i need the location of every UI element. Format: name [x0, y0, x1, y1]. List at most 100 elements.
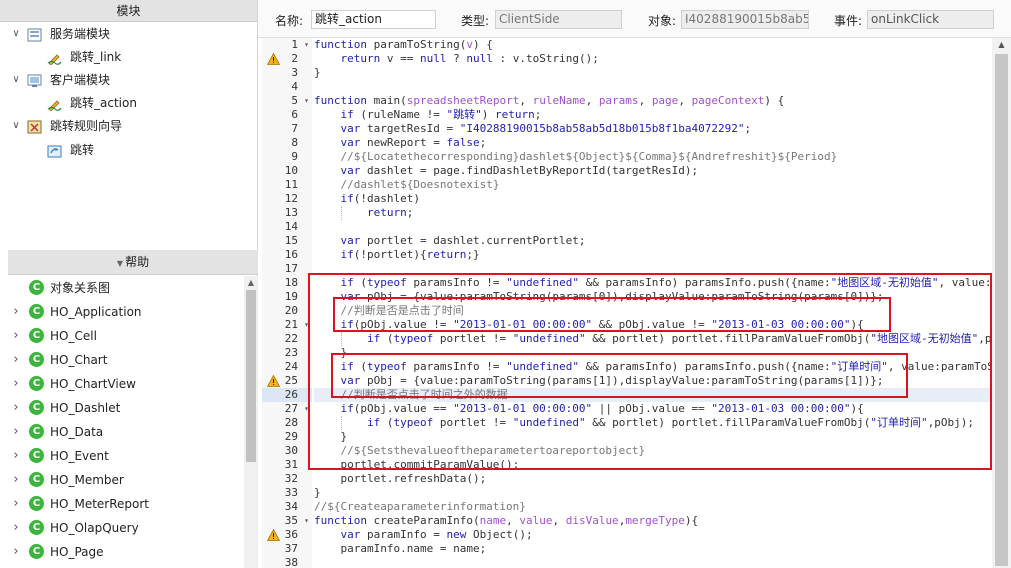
chevron-down-icon[interactable]: ∨ — [11, 115, 21, 137]
help-list-item[interactable]: › C HO_MeterReport — [0, 492, 244, 516]
chevron-right-icon[interactable]: › — [11, 324, 21, 348]
help-list-item[interactable]: › C HO_Cell — [0, 324, 244, 348]
chevron-down-icon[interactable]: ∨ — [11, 23, 21, 45]
code-line[interactable]: } — [314, 430, 992, 444]
class-badge-icon: C — [29, 448, 44, 463]
code-line[interactable]: paramInfo.name = name; — [314, 542, 992, 556]
chevron-right-icon[interactable]: › — [11, 444, 21, 468]
editor-scrollbar[interactable]: ▲ — [992, 38, 1011, 568]
code-line[interactable]: //${Setsthevalueoftheparametertoareporto… — [314, 444, 992, 458]
code-area[interactable]: function paramToString(v) { return v == … — [314, 38, 992, 568]
code-line[interactable]: //判断是否点击了时间之外的数据 — [314, 388, 992, 402]
help-panel-header[interactable]: ▼ 帮助 — [8, 250, 258, 275]
event-field: onLinkClick — [867, 10, 994, 29]
code-line[interactable]: var targetResId = "I40288190015b8ab58ab5… — [314, 122, 992, 136]
code-line[interactable]: var pObj = {value:paramToString(params[0… — [314, 290, 992, 304]
code-line[interactable]: return; — [314, 206, 992, 220]
chevron-right-icon[interactable]: › — [11, 516, 21, 540]
tree-item[interactable]: 跳转 — [0, 139, 258, 161]
line-number: 34 — [262, 500, 312, 514]
help-list-item[interactable]: › C HO_Member — [0, 468, 244, 492]
code-line[interactable]: function paramToString(v) { — [314, 38, 992, 52]
code-line[interactable]: var newReport = false; — [314, 136, 992, 150]
help-list-item[interactable]: › C HO_Dashlet — [0, 396, 244, 420]
code-line[interactable]: //${Locatethecorresponding}dashlet${Obje… — [314, 150, 992, 164]
line-number: 36 — [262, 528, 312, 542]
help-list-item[interactable]: › C HO_Chart — [0, 348, 244, 372]
line-number: 19 — [262, 290, 312, 304]
line-number-text: 4 — [291, 80, 298, 93]
code-line[interactable]: if(!dashlet) — [314, 192, 992, 206]
help-list-item[interactable]: › C HO_ChartView — [0, 372, 244, 396]
code-line[interactable]: if (typeof portlet != "undefined" && por… — [314, 416, 992, 430]
tree-item[interactable]: 跳转_action — [0, 92, 258, 114]
help-list-item[interactable]: › C HO_OlapQuery — [0, 516, 244, 540]
tree-item[interactable]: ∨ 服务端模块 — [0, 23, 258, 45]
class-badge-icon: C — [29, 472, 44, 487]
help-list-item[interactable]: › C HO_Event — [0, 444, 244, 468]
code-line[interactable]: function main(spreadsheetReport, ruleNam… — [314, 94, 992, 108]
fold-toggle-icon[interactable]: ▾ — [304, 318, 309, 332]
line-number: 22 — [262, 332, 312, 346]
code-line[interactable] — [314, 262, 992, 276]
code-line[interactable]: if (typeof paramsInfo != "undefined" && … — [314, 360, 993, 374]
chevron-right-icon[interactable]: › — [11, 396, 21, 420]
code-line[interactable]: if(!portlet){return;} — [314, 248, 992, 262]
code-line[interactable]: } — [314, 66, 992, 80]
code-editor[interactable]: 1 ▾ 2 3 4 5 ▾ 6 7 8 9 10 11 12 13 14 15 16 17 18 19 20 21 ▾ 22 23… — [262, 38, 1011, 568]
tree-item[interactable]: ∨ 客户端模块 — [0, 69, 258, 91]
code-line[interactable]: return v == null ? null : v.toString(); — [314, 52, 992, 66]
code-line[interactable]: var pObj = {value:paramToString(params[1… — [314, 374, 992, 388]
chevron-right-icon[interactable]: › — [11, 492, 21, 516]
code-line[interactable]: var portlet = dashlet.currentPortlet; — [314, 234, 992, 248]
help-list-item[interactable]: › C HO_Data — [0, 420, 244, 444]
code-line[interactable] — [314, 556, 992, 568]
code-line[interactable]: if(pObj.value == "2013-01-01 00:00:00" |… — [314, 402, 992, 416]
tree-item[interactable]: ∨ 跳转规则向导 — [0, 115, 258, 137]
code-line[interactable]: if(pObj.value != "2013-01-01 00:00:00" &… — [314, 318, 992, 332]
help-scrollbar[interactable]: ▲ — [244, 276, 258, 568]
line-number-text: 3 — [291, 66, 298, 79]
editor-scrollbar-thumb[interactable] — [995, 54, 1008, 566]
scroll-up-arrow-icon[interactable]: ▲ — [244, 276, 258, 290]
code-line[interactable]: portlet.refreshData(); — [314, 472, 992, 486]
name-field[interactable]: 跳转_action — [311, 10, 436, 29]
code-line[interactable]: //${Createaparameterinformation} — [314, 500, 992, 514]
code-line[interactable]: //dashlet${Doesnotexist} — [314, 178, 992, 192]
code-line[interactable]: } — [314, 346, 992, 360]
code-line[interactable]: var dashlet = page.findDashletByReportId… — [314, 164, 992, 178]
class-badge-icon: C — [29, 352, 44, 367]
help-item-label: HO_Event — [50, 449, 109, 463]
tree-item[interactable]: 跳转_link — [0, 46, 258, 68]
code-line[interactable]: function createParamInfo(name, value, di… — [314, 514, 992, 528]
chevron-right-icon[interactable]: › — [11, 372, 21, 396]
fold-toggle-icon[interactable]: ▾ — [304, 94, 309, 108]
chevron-right-icon[interactable]: › — [11, 348, 21, 372]
code-line[interactable]: } — [314, 486, 992, 500]
help-list-item[interactable]: › C HO_Application — [0, 300, 244, 324]
help-list-item[interactable]: › C HO_Page — [0, 540, 244, 564]
help-list-item[interactable]: C 对象关系图 — [0, 276, 244, 300]
code-line[interactable]: if (typeof paramsInfo != "undefined" && … — [314, 276, 993, 290]
code-line[interactable]: if (ruleName != "跳转") return; — [314, 108, 992, 122]
chevron-right-icon[interactable]: › — [11, 540, 21, 564]
code-line[interactable]: //判断是否是点击了时间 — [314, 304, 992, 318]
fold-toggle-icon[interactable]: ▾ — [304, 514, 309, 528]
chevron-right-icon[interactable]: › — [11, 420, 21, 444]
chevron-right-icon[interactable]: › — [11, 300, 21, 324]
code-line[interactable]: portlet.commitParamValue(); — [314, 458, 992, 472]
scroll-up-arrow-icon[interactable]: ▲ — [992, 38, 1011, 52]
code-line[interactable]: if (typeof portlet != "undefined" && por… — [314, 332, 992, 346]
line-number-text: 38 — [284, 556, 298, 568]
fold-toggle-icon[interactable]: ▾ — [304, 38, 309, 52]
module-panel-header: 模块 — [0, 0, 257, 22]
code-line[interactable] — [314, 80, 992, 94]
code-line[interactable]: var paramInfo = new Object(); — [314, 528, 992, 542]
code-line[interactable] — [314, 220, 992, 234]
scrollbar-thumb[interactable] — [246, 290, 256, 462]
chevron-right-icon[interactable]: › — [11, 468, 21, 492]
line-number-gutter: 1 ▾ 2 3 4 5 ▾ 6 7 8 9 10 11 12 13 14 15 16 17 18 19 20 21 ▾ 22 23… — [262, 38, 312, 568]
fold-toggle-icon[interactable]: ▾ — [304, 402, 309, 416]
chevron-down-icon[interactable]: ∨ — [11, 69, 21, 91]
line-number-text: 26 — [284, 388, 298, 401]
